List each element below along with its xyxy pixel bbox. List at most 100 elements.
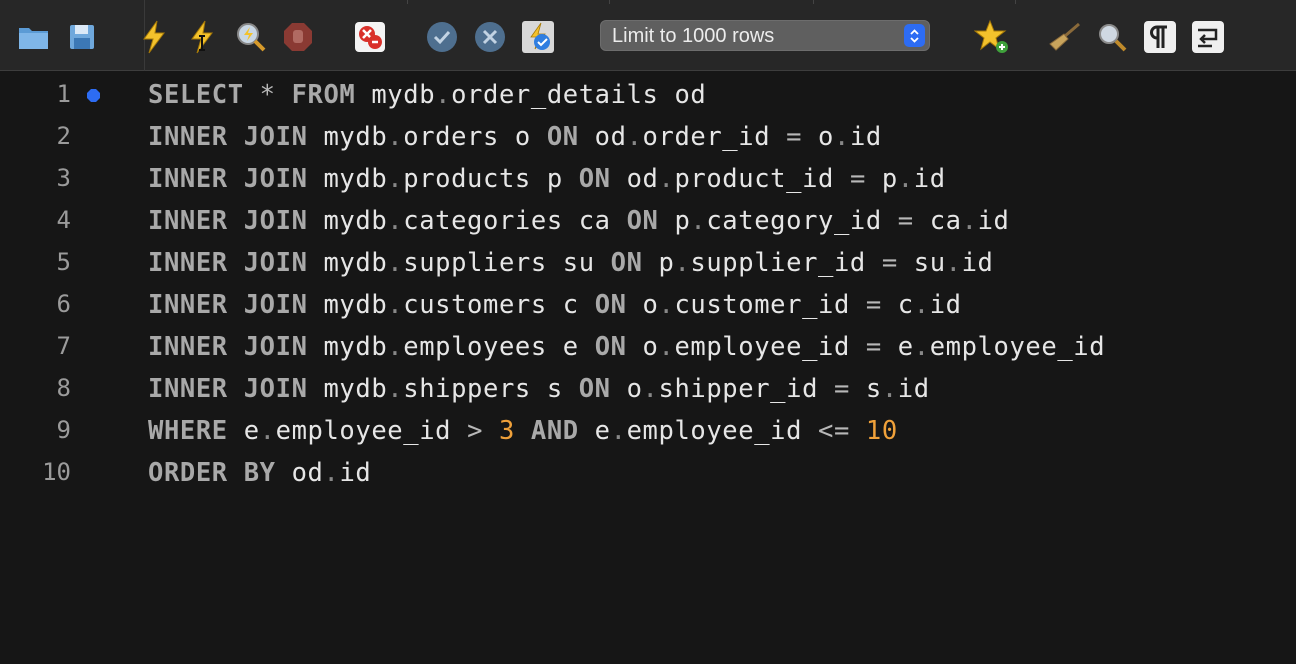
editor-line[interactable]: 3 INNER JOIN mydb.products p ON od.produc… bbox=[0, 156, 1296, 198]
commit-button[interactable] bbox=[424, 19, 460, 55]
code-text: INNER JOIN mydb.customers c ON o.custome… bbox=[148, 290, 962, 320]
sql-editor[interactable]: 1 SELECT * FROM mydb.order_details od 2 INN… bbox=[0, 72, 1296, 664]
sql-token: . bbox=[387, 206, 404, 236]
sql-keyword: ON bbox=[578, 164, 611, 194]
sql-token: employee_id bbox=[674, 332, 866, 362]
line-number: 5 bbox=[56, 248, 71, 276]
sql-keyword: AND bbox=[530, 416, 579, 446]
sql-operator: = bbox=[881, 248, 898, 278]
sql-token: . bbox=[387, 164, 404, 194]
sql-keyword: INNER JOIN bbox=[148, 206, 308, 236]
sql-token: mydb bbox=[307, 290, 388, 320]
sql-token: employee_id bbox=[929, 332, 1106, 362]
sql-operator: <= bbox=[818, 416, 850, 446]
sql-operator: * bbox=[259, 80, 276, 110]
sql-token: . bbox=[881, 374, 898, 404]
code-text: ORDER BY od.id bbox=[148, 458, 371, 488]
sql-token: shippers s bbox=[403, 374, 579, 404]
code-text: INNER JOIN mydb.products p ON od.product… bbox=[148, 164, 946, 194]
line-number: 8 bbox=[56, 374, 71, 402]
rollback-button[interactable] bbox=[472, 19, 508, 55]
sql-token: . bbox=[387, 374, 404, 404]
add-snippet-button[interactable] bbox=[974, 19, 1010, 55]
sql-keyword: ON bbox=[578, 374, 611, 404]
editor-line[interactable]: 2 INNER JOIN mydb.orders o ON od.order_id… bbox=[0, 114, 1296, 156]
stop-button[interactable] bbox=[280, 19, 316, 55]
toggle-stop-on-error-button[interactable] bbox=[352, 19, 388, 55]
editor-line[interactable]: 1 SELECT * FROM mydb.order_details od bbox=[0, 72, 1296, 114]
star-plus-icon bbox=[974, 19, 1008, 53]
execute-current-button[interactable] bbox=[184, 19, 220, 55]
autocommit-button[interactable] bbox=[520, 19, 556, 55]
sql-token: . bbox=[945, 248, 962, 278]
editor-line[interactable]: 7 INNER JOIN mydb.employees e ON o.employ… bbox=[0, 324, 1296, 366]
sql-token: id bbox=[913, 164, 946, 194]
editor-line[interactable]: 8 INNER JOIN mydb.shippers s ON o.shipper… bbox=[0, 366, 1296, 408]
sql-token: id bbox=[849, 122, 882, 152]
find-button[interactable] bbox=[1094, 19, 1130, 55]
beautify-button[interactable] bbox=[1046, 19, 1082, 55]
limit-rows-select[interactable]: Limit to 1000 rows bbox=[600, 20, 930, 51]
sql-token: mydb bbox=[307, 206, 388, 236]
sql-token: customers c bbox=[403, 290, 595, 320]
sql-keyword: INNER JOIN bbox=[148, 122, 308, 152]
lightning-cursor-icon bbox=[191, 20, 213, 54]
code-text: WHERE e.employee_id > 3 AND e.employee_i… bbox=[148, 416, 898, 446]
lightning-icon bbox=[143, 20, 165, 54]
sql-keyword: INNER JOIN bbox=[148, 374, 308, 404]
sql-token: od bbox=[275, 458, 324, 488]
sql-keyword: ON bbox=[594, 332, 627, 362]
sql-number: 3 bbox=[498, 416, 515, 446]
execute-button[interactable] bbox=[136, 19, 172, 55]
sql-token: id bbox=[977, 206, 1010, 236]
sql-token: . bbox=[387, 248, 404, 278]
folder-icon bbox=[19, 28, 48, 49]
sql-keyword: INNER JOIN bbox=[148, 332, 308, 362]
open-folder-button[interactable] bbox=[16, 19, 52, 55]
sql-token: p bbox=[865, 164, 898, 194]
sql-token: o bbox=[610, 374, 643, 404]
sql-token: e bbox=[578, 416, 611, 446]
sql-keyword: ON bbox=[546, 122, 579, 152]
editor-line[interactable]: 4 INNER JOIN mydb.categories ca ON p.cate… bbox=[0, 198, 1296, 240]
code-text: SELECT * FROM mydb.order_details od bbox=[148, 80, 706, 110]
editor-line[interactable]: 5 INNER JOIN mydb.suppliers su ON p.suppl… bbox=[0, 240, 1296, 282]
save-icon bbox=[70, 25, 94, 49]
sql-token: mydb bbox=[307, 374, 388, 404]
sql-operator: = bbox=[865, 290, 882, 320]
sql-token: supplier_id bbox=[690, 248, 882, 278]
sql-token: category_id bbox=[706, 206, 898, 236]
save-button[interactable] bbox=[64, 19, 100, 55]
sql-token: . bbox=[913, 332, 930, 362]
sql-operator: > bbox=[467, 416, 484, 446]
explain-button[interactable] bbox=[232, 19, 268, 55]
sql-token: s bbox=[849, 374, 882, 404]
editor-line[interactable]: 6 INNER JOIN mydb.customers c ON o.custom… bbox=[0, 282, 1296, 324]
sql-keyword: ON bbox=[594, 290, 627, 320]
sql-token: . bbox=[658, 332, 675, 362]
magnifier-lightning-icon bbox=[237, 23, 266, 52]
code-text: INNER JOIN mydb.suppliers su ON p.suppli… bbox=[148, 248, 994, 278]
pilcrow-icon bbox=[1144, 21, 1176, 53]
editor-line[interactable]: 9 WHERE e.employee_id > 3 AND e.employee_… bbox=[0, 408, 1296, 450]
sql-token: . bbox=[387, 122, 404, 152]
limit-rows-value: Limit to 1000 rows bbox=[612, 25, 775, 47]
toggle-wrap-button[interactable] bbox=[1190, 19, 1226, 55]
divider bbox=[407, 0, 408, 4]
sql-keyword: ON bbox=[626, 206, 659, 236]
sql-token: . bbox=[626, 122, 643, 152]
sql-token: . bbox=[435, 80, 452, 110]
chevron-updown-icon bbox=[904, 24, 925, 47]
toggle-invisibles-button[interactable] bbox=[1142, 19, 1178, 55]
editor-line[interactable]: 10 ORDER BY od.id bbox=[0, 450, 1296, 492]
sql-token: p bbox=[642, 248, 675, 278]
line-number: 1 bbox=[56, 80, 71, 108]
sql-keyword: WHERE bbox=[148, 416, 228, 446]
sql-token: e bbox=[227, 416, 260, 446]
sql-keyword: INNER JOIN bbox=[148, 164, 308, 194]
divider bbox=[609, 0, 610, 4]
sql-token: od bbox=[610, 164, 659, 194]
sql-token: mydb bbox=[307, 122, 388, 152]
